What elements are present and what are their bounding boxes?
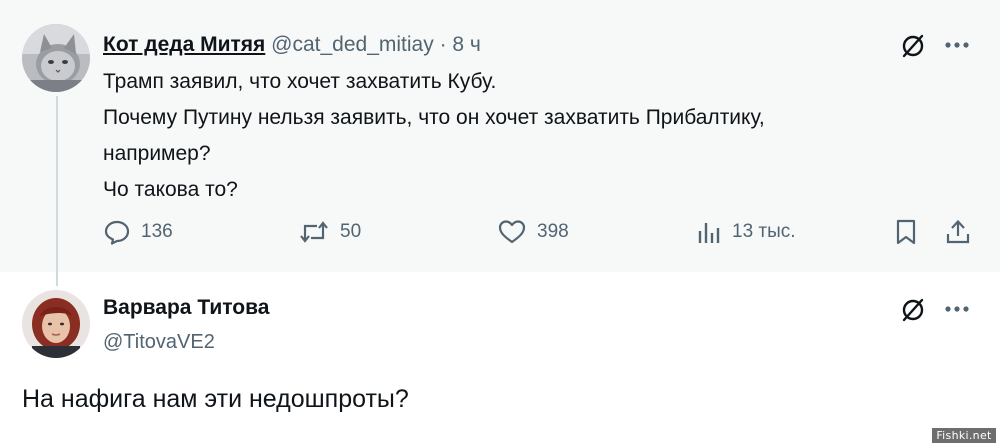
views-icon bbox=[696, 218, 722, 246]
repost-button[interactable]: 50 bbox=[298, 218, 361, 246]
tweet-main[interactable]: Кот деда Митяя @cat_ded_mitiay · 8 ч Тра… bbox=[0, 0, 1000, 286]
views-count: 13 тыс. bbox=[732, 221, 796, 242]
tweet-line: Трамп заявил, что хочет захватить Кубу. bbox=[103, 70, 497, 93]
share-icon bbox=[944, 218, 972, 246]
tweet-line: например? bbox=[103, 142, 211, 165]
reply-button[interactable]: 136 bbox=[103, 218, 173, 246]
watermark: Fishki.net bbox=[932, 428, 996, 443]
repost-count: 50 bbox=[340, 221, 362, 242]
tweet-line: Чо такова то? bbox=[103, 178, 238, 201]
thread-line bbox=[56, 96, 58, 286]
heart-icon bbox=[497, 218, 527, 246]
author-line: Варвара Титова bbox=[103, 296, 269, 320]
grok-icon[interactable] bbox=[899, 296, 927, 329]
bookmark-icon bbox=[893, 218, 919, 246]
avatar[interactable] bbox=[22, 290, 90, 358]
repost-icon bbox=[298, 218, 330, 246]
separator: · bbox=[439, 33, 447, 56]
display-name[interactable]: Варвара Титова bbox=[103, 296, 269, 319]
timestamp[interactable]: 8 ч bbox=[452, 33, 480, 56]
grok-icon[interactable] bbox=[899, 32, 927, 65]
avatar[interactable] bbox=[22, 24, 90, 92]
bookmark-button[interactable] bbox=[893, 218, 919, 246]
handle[interactable]: @TitovaVE2 bbox=[103, 331, 215, 354]
tweet-line: Почему Путину нельзя заявить, что он хоч… bbox=[103, 106, 765, 129]
tweet-text: На нафига нам эти недошпроты? bbox=[22, 385, 409, 413]
reply-icon bbox=[103, 218, 131, 246]
more-icon[interactable] bbox=[944, 38, 970, 57]
views-button[interactable]: 13 тыс. bbox=[696, 218, 796, 246]
reply-count: 136 bbox=[141, 221, 173, 242]
author-line: Кот деда Митяя @cat_ded_mitiay · 8 ч bbox=[103, 33, 481, 57]
like-button[interactable]: 398 bbox=[497, 218, 569, 246]
like-count: 398 bbox=[537, 221, 569, 242]
display-name[interactable]: Кот деда Митяя bbox=[103, 33, 265, 56]
share-button[interactable] bbox=[944, 218, 972, 246]
action-bar: 136 50 398 13 тыс. bbox=[0, 218, 1000, 254]
handle[interactable]: @cat_ded_mitiay bbox=[271, 33, 434, 56]
tweet-text: Трамп заявил, что хочет захватить Кубу. … bbox=[103, 64, 943, 208]
more-icon[interactable] bbox=[944, 302, 970, 321]
